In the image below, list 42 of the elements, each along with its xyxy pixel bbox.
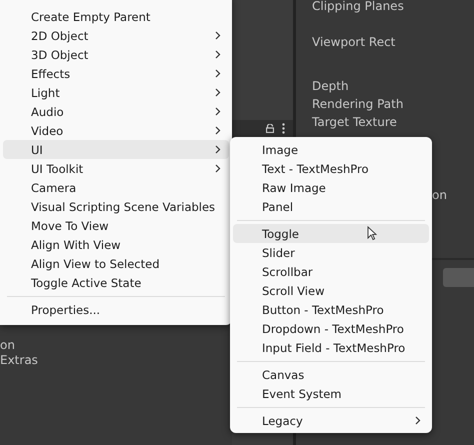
- menu-item[interactable]: 2D Object: [3, 26, 229, 45]
- menu-item[interactable]: Slider: [233, 243, 429, 262]
- menu-item[interactable]: Align With View: [3, 235, 229, 254]
- menu-item[interactable]: Scrollbar: [233, 262, 429, 281]
- menu-item[interactable]: Text - TextMeshPro: [233, 159, 429, 178]
- inspector-label: Clipping Planes: [312, 0, 404, 14]
- inspector-label: Depth: [312, 78, 349, 94]
- field-button[interactable]: [443, 268, 474, 287]
- panel-label: Extras: [0, 352, 38, 368]
- menu-item[interactable]: Toggle Active State: [3, 273, 229, 292]
- menu-item[interactable]: Event System: [233, 384, 429, 403]
- menu-item[interactable]: Legacy: [233, 411, 429, 430]
- inspector-label: Viewport Rect: [312, 34, 396, 50]
- menu-item[interactable]: Camera: [3, 178, 229, 197]
- menu-item[interactable]: Scroll View: [233, 281, 429, 300]
- menu-item[interactable]: Raw Image: [233, 178, 429, 197]
- menu-item[interactable]: UI Toolkit: [3, 159, 229, 178]
- cursor-icon: [367, 226, 377, 241]
- inspector-label: on: [432, 187, 447, 203]
- menu-item[interactable]: Button - TextMeshPro: [233, 300, 429, 319]
- lock-icon[interactable]: [266, 124, 274, 133]
- menu-item[interactable]: Move To View: [3, 216, 229, 235]
- menu-item[interactable]: Toggle: [233, 224, 429, 243]
- menu-item[interactable]: Input Field - TextMeshPro: [233, 338, 429, 357]
- menu-item[interactable]: Visual Scripting Scene Variables: [3, 197, 229, 216]
- menu-item[interactable]: UI: [3, 140, 229, 159]
- menu-item[interactable]: Effects: [3, 64, 229, 83]
- menu-item[interactable]: Video: [3, 121, 229, 140]
- menu-item[interactable]: Dropdown - TextMeshPro: [233, 319, 429, 338]
- menu-item[interactable]: Light: [3, 83, 229, 102]
- menu-item[interactable]: Panel: [233, 197, 429, 216]
- menu-item[interactable]: Align View to Selected: [3, 254, 229, 273]
- inspector-label: Target Texture: [312, 114, 397, 130]
- menu-item[interactable]: 3D Object: [3, 45, 229, 64]
- inspector-label: Rendering Path: [312, 96, 404, 112]
- menu-item[interactable]: Canvas: [233, 365, 429, 384]
- menu-item[interactable]: Audio: [3, 102, 229, 121]
- panel-label: on: [0, 337, 15, 353]
- menu-item[interactable]: Create Empty Parent: [3, 7, 229, 26]
- menu-item[interactable]: Properties...: [3, 300, 229, 319]
- more-icon[interactable]: [282, 123, 285, 134]
- menu-item[interactable]: Image: [233, 140, 429, 159]
